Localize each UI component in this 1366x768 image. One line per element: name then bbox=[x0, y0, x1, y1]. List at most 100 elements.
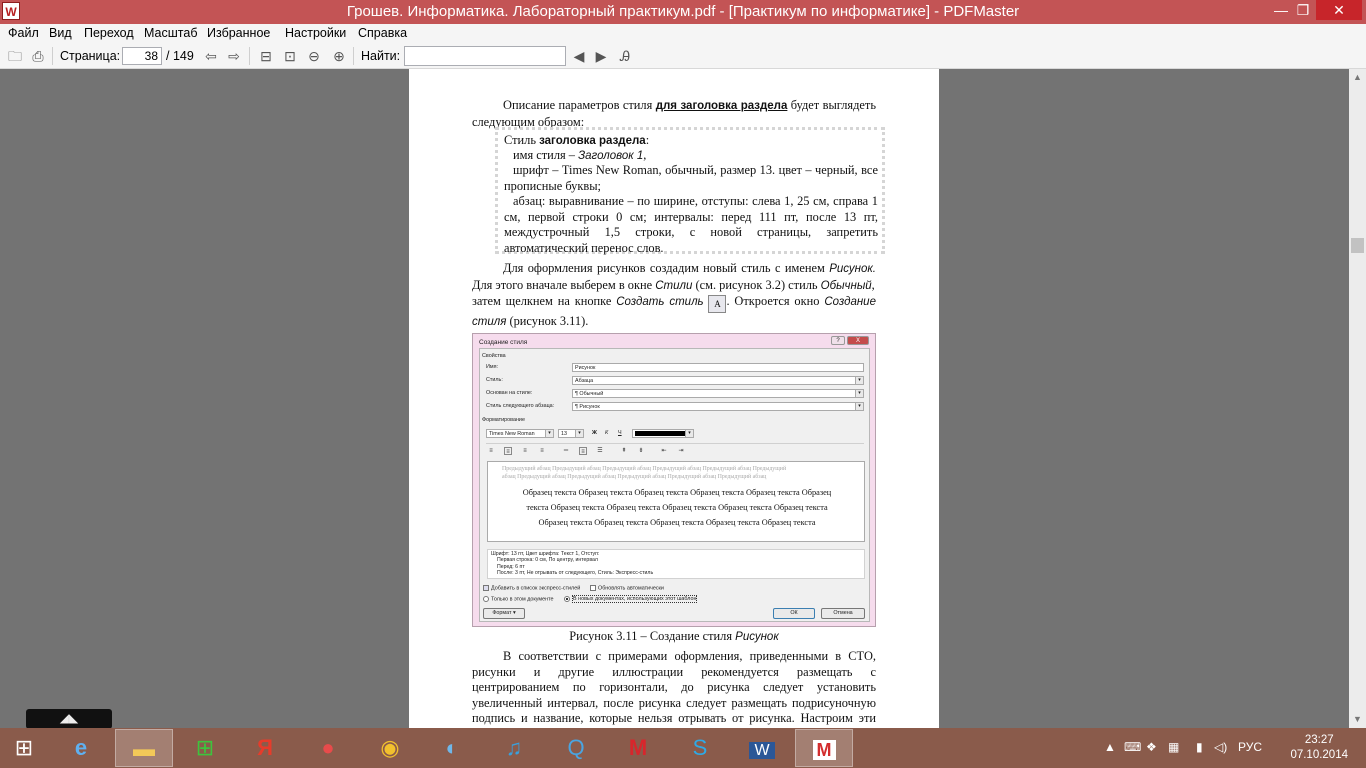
dialog-close-icon: X bbox=[847, 336, 869, 345]
internet-explorer-icon[interactable]: e bbox=[52, 729, 110, 767]
style-description: Шрифт: 13 пт, Цвет шрифта: Текст 1, Отст… bbox=[487, 549, 865, 579]
radio-label: Только в этом документе bbox=[491, 596, 554, 603]
align-right-icon: ≡ bbox=[523, 448, 527, 454]
field-value: 13 bbox=[561, 431, 567, 437]
text-run-italic: Создать стиль bbox=[616, 296, 704, 308]
field-value: Times New Roman bbox=[489, 431, 535, 437]
zoom-out-icon[interactable]: ⊖ bbox=[305, 47, 323, 65]
fit-width-icon[interactable]: ⊟ bbox=[257, 47, 275, 65]
based-on-field: ¶ Обычный ▾ bbox=[572, 389, 864, 398]
underline-button: Ч bbox=[618, 430, 622, 436]
menu-favorites[interactable]: Избранное bbox=[207, 26, 270, 40]
space-after-icon: ⇟ bbox=[638, 448, 644, 454]
volume-icon[interactable]: ◁) bbox=[1214, 740, 1227, 754]
figure-create-style-dialog: Создание стиля ? X Свойства Имя: Рисунок… bbox=[472, 333, 876, 627]
mcafee-icon[interactable]: M bbox=[609, 729, 667, 767]
battery-icon[interactable]: ▮ bbox=[1196, 740, 1203, 754]
create-style-button-icon: A bbox=[708, 295, 727, 313]
box-line-4: абзац: выравнивание – по ширине, отступы… bbox=[504, 194, 878, 255]
menu-goto[interactable]: Переход bbox=[84, 26, 134, 40]
keyboard-icon[interactable]: ⌨ bbox=[1124, 740, 1141, 754]
menu-zoom[interactable]: Масштаб bbox=[144, 26, 197, 40]
close-button[interactable]: ✕ bbox=[1316, 0, 1362, 20]
next-page-icon[interactable]: ⇨ bbox=[225, 47, 243, 65]
menu-help[interactable]: Справка bbox=[358, 26, 407, 40]
style-description-box: Стиль заголовка раздела: имя стиля – Заг… bbox=[495, 127, 885, 255]
zoom-in-icon[interactable]: ⊕ bbox=[330, 47, 348, 65]
paragraph-placement: В соответствии с примерами оформления, п… bbox=[472, 649, 876, 728]
prev-page-icon[interactable]: ⇦ bbox=[202, 47, 220, 65]
media-app-icon[interactable]: ● bbox=[299, 729, 357, 767]
floating-toolbar[interactable]: ◢◣ bbox=[26, 709, 112, 729]
preview-prev-line: Предыдущий абзац Предыдущий абзац Предыд… bbox=[502, 466, 787, 472]
menu-file[interactable]: Файл bbox=[8, 26, 39, 40]
text-run: имя стиля – bbox=[513, 148, 579, 162]
network-icon[interactable]: ▦ bbox=[1168, 740, 1179, 754]
yandex-browser-icon[interactable]: Я bbox=[236, 729, 294, 767]
double-spacing-icon: ☰ bbox=[597, 448, 603, 454]
next-style-label: Стиль следующего абзаца: bbox=[486, 403, 555, 409]
maximize-button[interactable]: ❐ bbox=[1290, 0, 1316, 20]
font-select: Times New Roman ▾ bbox=[486, 429, 554, 438]
text-run-underlined: для заголовка раздела bbox=[655, 100, 788, 112]
pdf-page: Описание параметров стиля для заголовка … bbox=[409, 69, 939, 728]
text-run-italic: Обычный bbox=[820, 279, 872, 292]
start-windows-icon[interactable]: ⊞ bbox=[0, 729, 48, 767]
chrome-icon[interactable]: ◉ bbox=[361, 729, 419, 767]
language-indicator[interactable]: РУС bbox=[1238, 740, 1262, 754]
dialog-title: Создание стиля bbox=[479, 339, 528, 346]
window-title: Грошев. Информатика. Лабораторный практи… bbox=[346, 3, 1020, 20]
find-next-icon[interactable]: ▶ bbox=[592, 47, 610, 65]
text-run: Рисунок 3.11 – Создание стиля bbox=[569, 629, 736, 643]
find-prev-icon[interactable]: ◀ bbox=[570, 47, 588, 65]
audio-app-icon[interactable]: ◐ bbox=[423, 729, 481, 767]
match-case-icon[interactable]: Ꭿ bbox=[616, 47, 634, 65]
checkbox-label: Обновлять автоматически bbox=[598, 585, 664, 592]
clock-date: 07.10.2014 bbox=[1290, 749, 1348, 761]
document-viewport[interactable]: Описание параметров стиля для заголовка … bbox=[0, 69, 1349, 728]
menu-view[interactable]: Вид bbox=[49, 26, 72, 40]
open-icon[interactable]: 🗀 bbox=[6, 47, 24, 65]
text-run: Для оформления рисунков создадим новый с… bbox=[503, 261, 830, 275]
single-spacing-icon: ═ bbox=[563, 448, 569, 454]
cancel-button: Отмена bbox=[821, 608, 865, 619]
dropbox-icon[interactable]: ❖ bbox=[1146, 740, 1157, 754]
quicktime-icon[interactable]: Q bbox=[547, 729, 605, 767]
text-run: . Откроется окно bbox=[726, 294, 825, 308]
field-value: ¶ Обычный bbox=[575, 391, 604, 397]
fit-page-icon[interactable]: ⊡ bbox=[281, 47, 299, 65]
text-run: Описание параметров стиля bbox=[503, 98, 656, 112]
show-hidden-icons-icon[interactable]: ▲ bbox=[1104, 740, 1116, 754]
vertical-scrollbar[interactable]: ▲ ▼ bbox=[1349, 69, 1366, 728]
word-icon[interactable]: W bbox=[733, 729, 791, 767]
text-run: , bbox=[871, 277, 875, 292]
file-explorer-icon[interactable]: ▬ bbox=[115, 729, 173, 767]
pdfmaster-icon[interactable]: M bbox=[795, 729, 853, 767]
format-button: Формат ▾ bbox=[483, 608, 525, 619]
dropdown-icon: ▾ bbox=[855, 403, 863, 410]
page-total: / 149 bbox=[166, 49, 194, 63]
menu-settings[interactable]: Настройки bbox=[285, 26, 346, 40]
print-icon[interactable]: ⎙ bbox=[29, 47, 47, 65]
paragraph-create-style: затем щелкнем на кнопке Создать стиль A.… bbox=[472, 293, 876, 330]
itunes-icon[interactable]: ♫ bbox=[485, 729, 543, 767]
text-run-bold: заголовка раздела bbox=[539, 135, 646, 147]
clock[interactable]: 23:27 07.10.2014 bbox=[1290, 733, 1348, 763]
scroll-down-icon[interactable]: ▼ bbox=[1349, 711, 1366, 728]
page-number-input[interactable] bbox=[122, 47, 162, 65]
text-run: Стиль bbox=[504, 133, 540, 147]
skype-icon[interactable]: S bbox=[671, 729, 729, 767]
color-select: ▾ bbox=[632, 429, 694, 438]
scroll-up-icon[interactable]: ▲ bbox=[1349, 69, 1366, 86]
dialog-help-icon: ? bbox=[831, 336, 845, 345]
scrollbar-thumb[interactable] bbox=[1351, 238, 1364, 253]
paragraph-style-intro: Для оформления рисунков создадим новый с… bbox=[472, 261, 876, 294]
toolbar: 🗀 ⎙ Страница: / 149 ⇦ ⇨ ⊟ ⊡ ⊖ ⊕ Найти: ◀… bbox=[0, 43, 1366, 69]
store-icon[interactable]: ⊞ bbox=[176, 729, 234, 767]
ok-button: ОК bbox=[773, 608, 815, 619]
text-run-italic: Рисунок. bbox=[829, 263, 876, 275]
name-label: Имя: bbox=[486, 364, 498, 370]
preview-sample-line: текста Образец текста Образец текста Обр… bbox=[526, 503, 828, 512]
text-run: : bbox=[645, 133, 650, 147]
find-input[interactable] bbox=[404, 46, 566, 66]
